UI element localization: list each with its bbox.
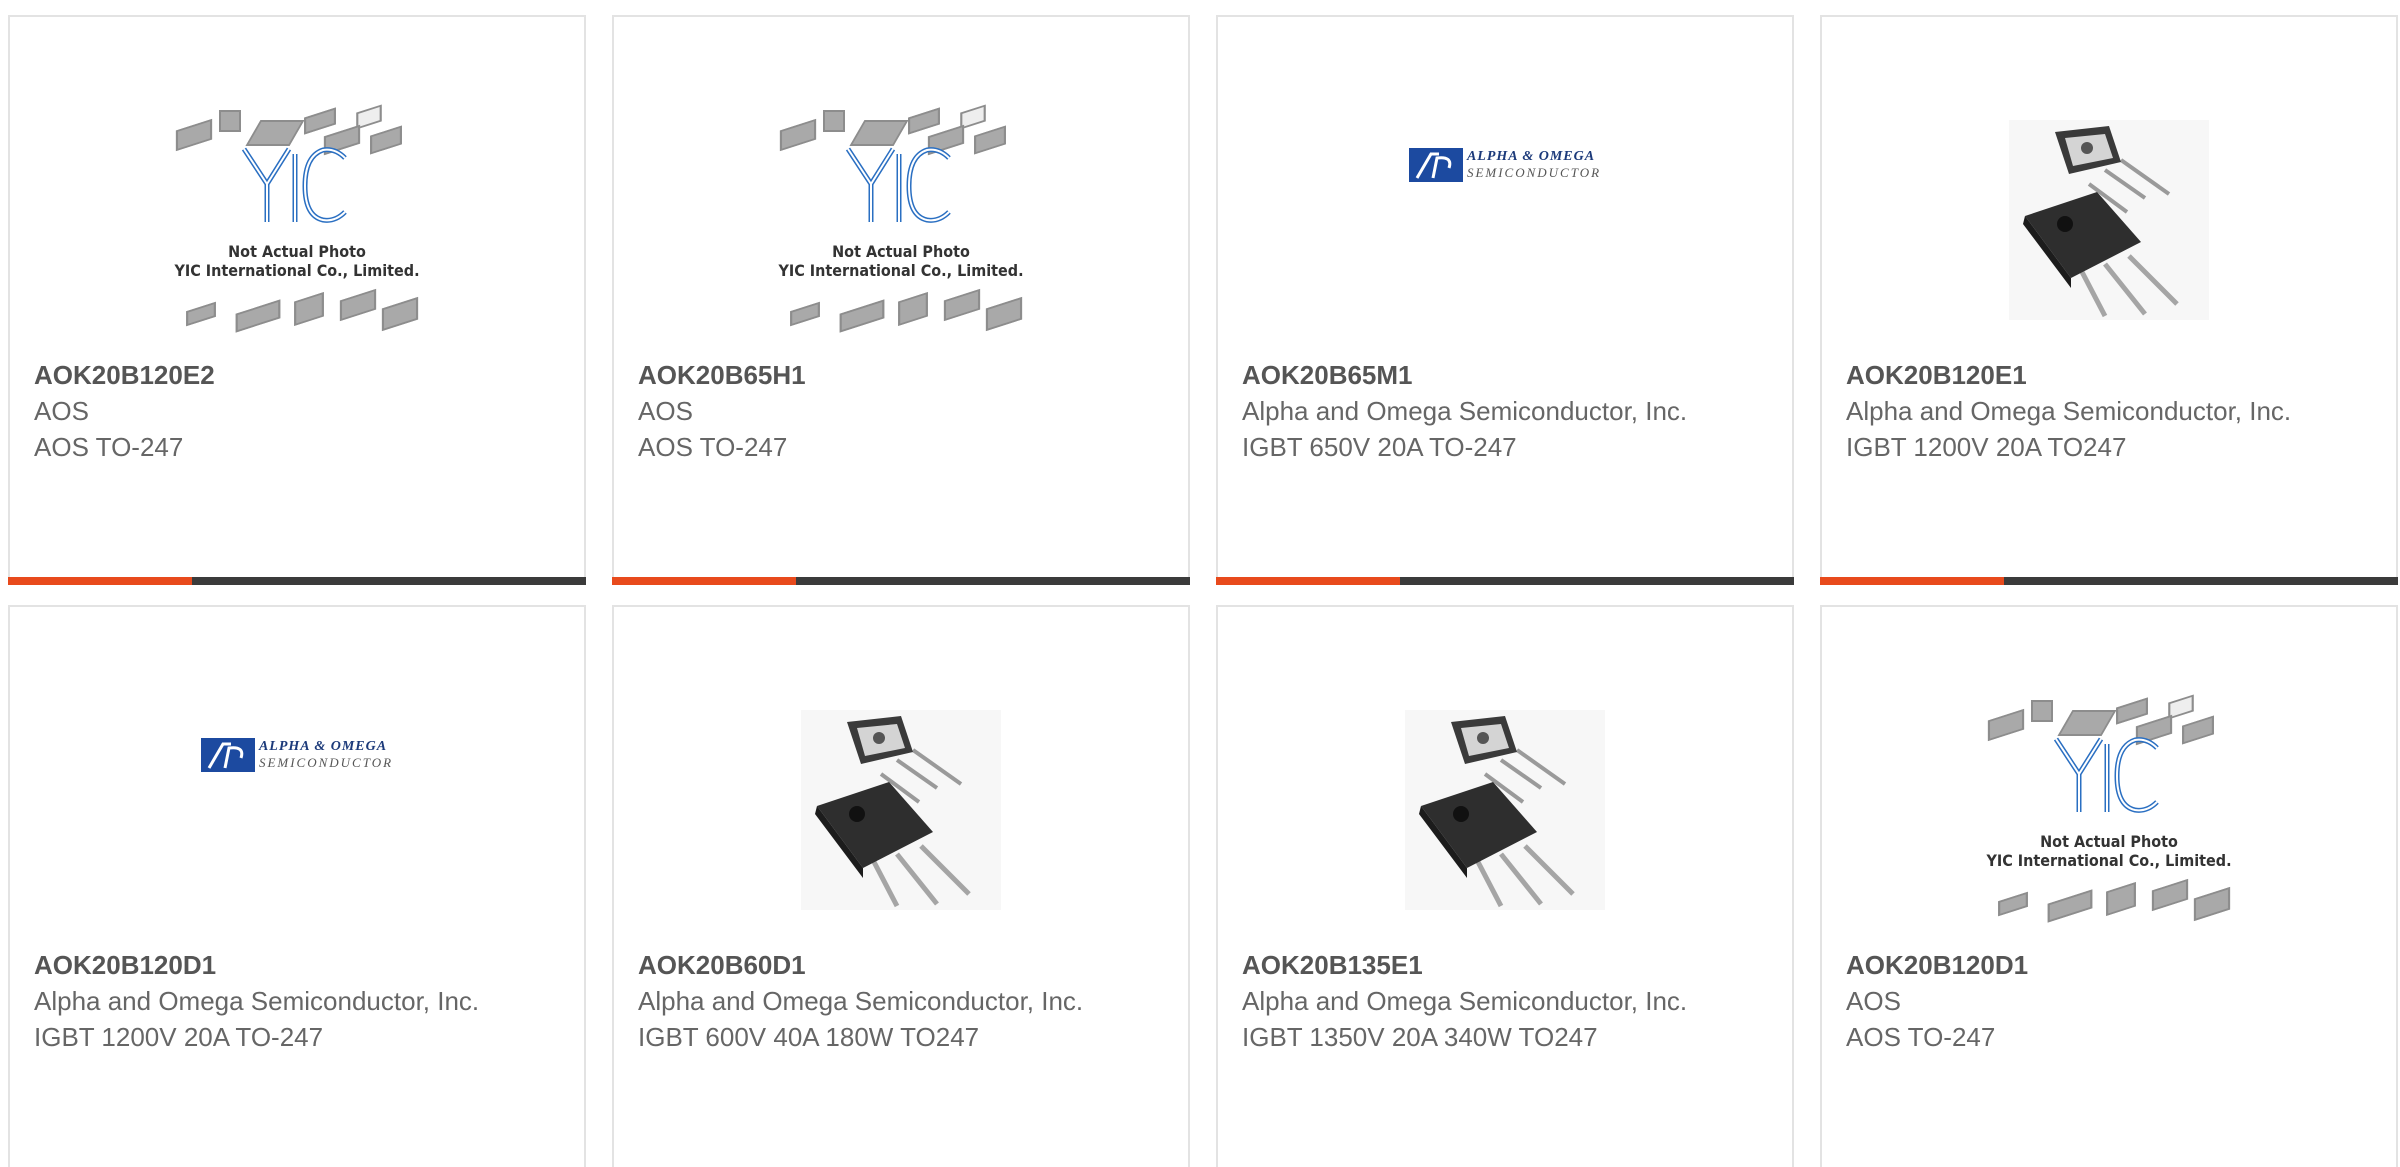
part-number[interactable]: AOK20B120D1 [34, 947, 564, 983]
product-image[interactable]: ALPHA & OMEGA SEMICONDUCTOR [10, 665, 584, 955]
description: AOS TO-247 [638, 432, 788, 462]
manufacturer: Alpha and Omega Semiconductor, Inc. [34, 986, 480, 1016]
manufacturer: Alpha and Omega Semiconductor, Inc. [1242, 986, 1688, 1016]
accent-bar [1820, 577, 2398, 585]
description: IGBT 600V 40A 180W TO247 [638, 1022, 980, 1052]
description: AOS TO-247 [34, 432, 184, 462]
manufacturer: Alpha and Omega Semiconductor, Inc. [1242, 396, 1688, 426]
component-photo [2009, 120, 2209, 320]
product-card[interactable]: ALPHA & OMEGA SEMICONDUCTOR AOK20B65M1 A… [1216, 15, 1794, 585]
product-image[interactable]: Not Actual Photo YIC International Co., … [614, 75, 1188, 365]
alpha-omega-icon [200, 738, 255, 772]
part-number[interactable]: AOK20B120E2 [34, 357, 564, 393]
to247-package-icon [2023, 126, 2179, 318]
manufacturer: Alpha and Omega Semiconductor, Inc. [1846, 396, 2292, 426]
accent-bar [612, 577, 1190, 585]
yic-logo-icon [2053, 737, 2159, 813]
description: IGBT 650V 20A TO-247 [1242, 432, 1517, 462]
product-card[interactable]: Not Actual Photo YIC International Co., … [612, 15, 1190, 585]
placeholder-image: Not Actual Photo YIC International Co., … [1969, 690, 2249, 930]
product-card[interactable]: AOK20B120E1 Alpha and Omega Semiconducto… [1820, 15, 2398, 585]
to247-package-icon [1419, 716, 1575, 908]
description: IGBT 1350V 20A 340W TO247 [1242, 1022, 1598, 1052]
to247-package-icon [815, 716, 971, 908]
product-grid: Not Actual Photo YIC International Co., … [0, 0, 2400, 1167]
manufacturer: Alpha and Omega Semiconductor, Inc. [638, 986, 1084, 1016]
description: AOS TO-247 [1846, 1022, 1996, 1052]
yic-logo-icon [845, 147, 951, 223]
yic-logo-icon [241, 147, 347, 223]
product-image[interactable] [1218, 665, 1792, 955]
product-image[interactable]: ALPHA & OMEGA SEMICONDUCTOR [1218, 75, 1792, 365]
alpha-omega-icon [1408, 148, 1463, 182]
manufacturer-logo: ALPHA & OMEGA SEMICONDUCTOR [1408, 148, 1602, 182]
accent-bar [8, 577, 586, 585]
product-card[interactable]: AOK20B135E1 Alpha and Omega Semiconducto… [1216, 605, 1794, 1167]
component-photo [1405, 710, 1605, 910]
part-number[interactable]: AOK20B60D1 [638, 947, 1168, 983]
product-card[interactable]: AOK20B60D1 Alpha and Omega Semiconductor… [612, 605, 1190, 1167]
product-card[interactable]: Not Actual Photo YIC International Co., … [1820, 605, 2398, 1167]
placeholder-line2: YIC International Co., Limited. [174, 261, 420, 280]
manufacturer-logo: ALPHA & OMEGA SEMICONDUCTOR [200, 738, 394, 772]
placeholder-line2: YIC International Co., Limited. [1986, 851, 2232, 870]
placeholder-line1: Not Actual Photo [228, 242, 366, 261]
placeholder-line1: Not Actual Photo [2040, 832, 2178, 851]
logo-line1: ALPHA & OMEGA [258, 739, 388, 754]
product-image[interactable]: Not Actual Photo YIC International Co., … [1822, 665, 2396, 955]
placeholder-image: Not Actual Photo YIC International Co., … [157, 100, 437, 340]
product-image[interactable] [1822, 75, 2396, 365]
product-image[interactable] [614, 665, 1188, 955]
manufacturer: AOS [638, 396, 693, 426]
description: IGBT 1200V 20A TO-247 [34, 1022, 324, 1052]
product-card[interactable]: Not Actual Photo YIC International Co., … [8, 15, 586, 585]
description: IGBT 1200V 20A TO247 [1846, 432, 2127, 462]
part-number[interactable]: AOK20B65H1 [638, 357, 1168, 393]
logo-line2: SEMICONDUCTOR [1466, 165, 1602, 180]
logo-line2: SEMICONDUCTOR [258, 755, 394, 770]
manufacturer: AOS [34, 396, 89, 426]
placeholder-image: Not Actual Photo YIC International Co., … [761, 100, 1041, 340]
part-number[interactable]: AOK20B135E1 [1242, 947, 1772, 983]
part-number[interactable]: AOK20B120D1 [1846, 947, 2376, 983]
manufacturer: AOS [1846, 986, 1901, 1016]
accent-bar [1216, 577, 1794, 585]
product-image[interactable]: Not Actual Photo YIC International Co., … [10, 75, 584, 365]
placeholder-line1: Not Actual Photo [832, 242, 970, 261]
component-photo [801, 710, 1001, 910]
part-number[interactable]: AOK20B65M1 [1242, 357, 1772, 393]
part-number[interactable]: AOK20B120E1 [1846, 357, 2376, 393]
logo-line1: ALPHA & OMEGA [1466, 149, 1596, 164]
placeholder-line2: YIC International Co., Limited. [778, 261, 1024, 280]
product-card[interactable]: ALPHA & OMEGA SEMICONDUCTOR AOK20B120D1 … [8, 605, 586, 1167]
